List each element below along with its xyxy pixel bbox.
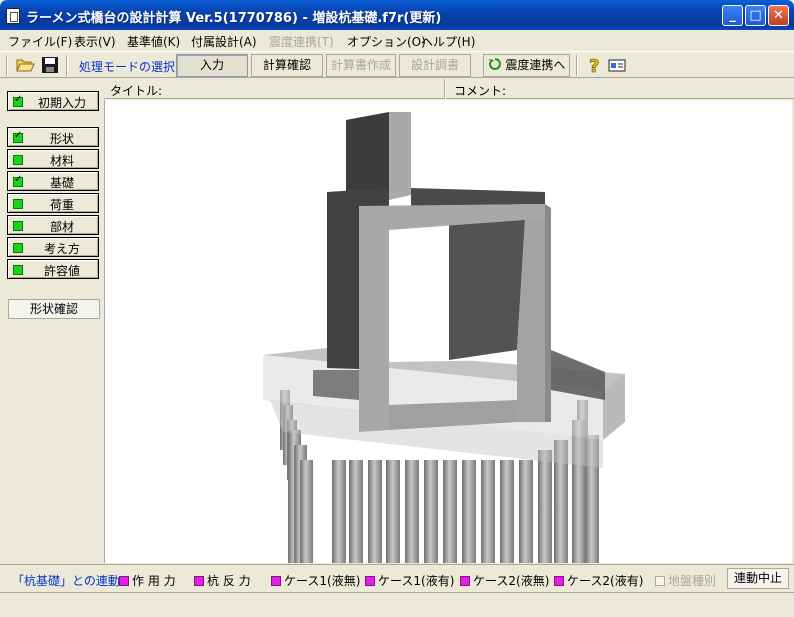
nav-label: 材料 [49,154,74,168]
seismic-link-button[interactable]: 震度連携へ [483,54,570,77]
maximize-icon: □ [749,8,762,23]
pile-link-title: 「杭基礎」との連動 [12,574,120,588]
status-indicator-icon [13,155,23,165]
link-label: 作 用 力 [132,574,176,588]
nav-label: 荷重 [49,198,74,212]
link-indicator-icon [194,576,204,586]
check-indicator-icon [13,130,23,143]
link-label: ケース1(液有) [378,574,455,588]
status-bar [0,592,794,617]
link-label: ケース2(液無) [473,574,550,588]
input-nav-panel: 初期入力 形状 材料 基礎 荷重 部材 考え方 許容値 形状確認 [0,79,104,563]
link-indicator-icon [460,576,470,586]
nav-label: 考え方 [43,242,80,256]
status-indicator-icon [13,265,23,275]
mode-selection-label: 処理モードの選択 [79,60,176,74]
toolbar-separator [66,55,68,76]
link-ground-type[interactable]: 地盤種別 [655,572,716,589]
3d-model-viewport[interactable] [104,100,792,563]
nav-label: 初期入力 [37,96,86,110]
input-mode-button[interactable]: 入力 [176,54,248,77]
maximize-button[interactable]: □ [745,5,766,26]
menu-standard-values[interactable]: 基準値(K) [127,33,180,50]
link-indicator-icon [554,576,564,586]
link-case1-liq[interactable]: ケース1(液有) [365,572,454,589]
menu-view[interactable]: 表示(V) [74,33,116,50]
nav-label: 部材 [49,220,74,234]
title-comment-bar: タイトル: コメント: [104,79,794,99]
nav-initial-input[interactable]: 初期入力 [7,91,99,111]
link-indicator-icon [119,576,129,586]
nav-shape[interactable]: 形状 [7,127,99,147]
nav-approach[interactable]: 考え方 [7,237,99,257]
minimize-icon: _ [729,8,736,23]
abutment-3d-model[interactable] [105,100,792,563]
pile-link-bar: 「杭基礎」との連動 作 用 力 杭 反 力 ケース1(液無) ケース1(液有) … [0,564,794,591]
stop-link-button[interactable]: 連動中止 [727,568,789,589]
svg-text:?: ? [589,56,599,75]
link-indicator-icon [271,576,281,586]
nav-material[interactable]: 材料 [7,149,99,169]
shape-check-button[interactable]: 形状確認 [8,299,100,319]
link-indicator-icon [365,576,375,586]
menu-seismic-link[interactable]: 震度連携(T) [269,33,334,50]
check-indicator-icon [13,94,23,107]
menu-file[interactable]: ファイル(F) [8,33,72,50]
link-label: 杭 反 力 [207,574,251,588]
menu-bar: ファイル(F) 表示(V) 基準値(K) 付属設計(A) 震度連携(T) オプシ… [0,30,794,50]
design-report-button[interactable]: 設計調書 [399,54,471,77]
info-divider [444,79,446,99]
link-indicator-icon [655,576,665,586]
status-indicator-icon [13,221,23,231]
link-label: ケース1(液無) [284,574,361,588]
status-indicator-icon [13,243,23,253]
menu-options[interactable]: オプション(O) [347,33,426,50]
nav-allowable[interactable]: 許容値 [7,259,99,279]
refresh-icon [488,58,501,70]
toolbar-separator [576,55,578,76]
app-icon[interactable] [6,8,20,24]
window-title: ラーメン式橋台の設計計算 Ver.5(1770786) - 増設杭基礎.f7r(… [26,11,442,26]
close-icon: ✕ [773,8,784,23]
link-acting-force[interactable]: 作 用 力 [119,572,176,589]
toolbar: 処理モードの選択 入力 計算確認 計算書作成 設計調書 震度連携へ ? [0,51,794,78]
calc-check-button[interactable]: 計算確認 [251,54,323,77]
nav-label: 基礎 [49,176,74,190]
menu-attached-design[interactable]: 付属設計(A) [191,33,257,50]
minimize-button[interactable]: _ [722,5,743,26]
link-case2-no-liq[interactable]: ケース2(液無) [460,572,549,589]
title-label: タイトル: [110,84,163,98]
link-case1-no-liq[interactable]: ケース1(液無) [271,572,360,589]
save-icon[interactable] [40,55,60,75]
folder-open-icon[interactable] [15,55,35,75]
nav-member[interactable]: 部材 [7,215,99,235]
link-label: 地盤種別 [668,574,717,588]
comment-label: コメント: [454,84,507,98]
nav-load[interactable]: 荷重 [7,193,99,213]
nav-label: 許容値 [43,264,80,278]
link-case2-liq[interactable]: ケース2(液有) [554,572,643,589]
report-create-button[interactable]: 計算書作成 [326,54,396,77]
seismic-link-label: 震度連携へ [505,58,566,72]
nav-label: 形状 [49,132,74,146]
title-bar[interactable]: ラーメン式橋台の設計計算 Ver.5(1770786) - 増設杭基礎.f7r(… [0,0,794,30]
check-indicator-icon [13,174,23,187]
menu-help[interactable]: ヘルプ(H) [421,33,475,50]
toolbar-separator [6,55,8,76]
link-label: ケース2(液有) [567,574,644,588]
about-icon[interactable] [607,55,627,75]
help-icon[interactable]: ? [584,55,604,75]
close-button[interactable]: ✕ [768,5,789,26]
link-pile-reaction[interactable]: 杭 反 力 [194,572,251,589]
status-indicator-icon [13,199,23,209]
nav-foundation[interactable]: 基礎 [7,171,99,191]
